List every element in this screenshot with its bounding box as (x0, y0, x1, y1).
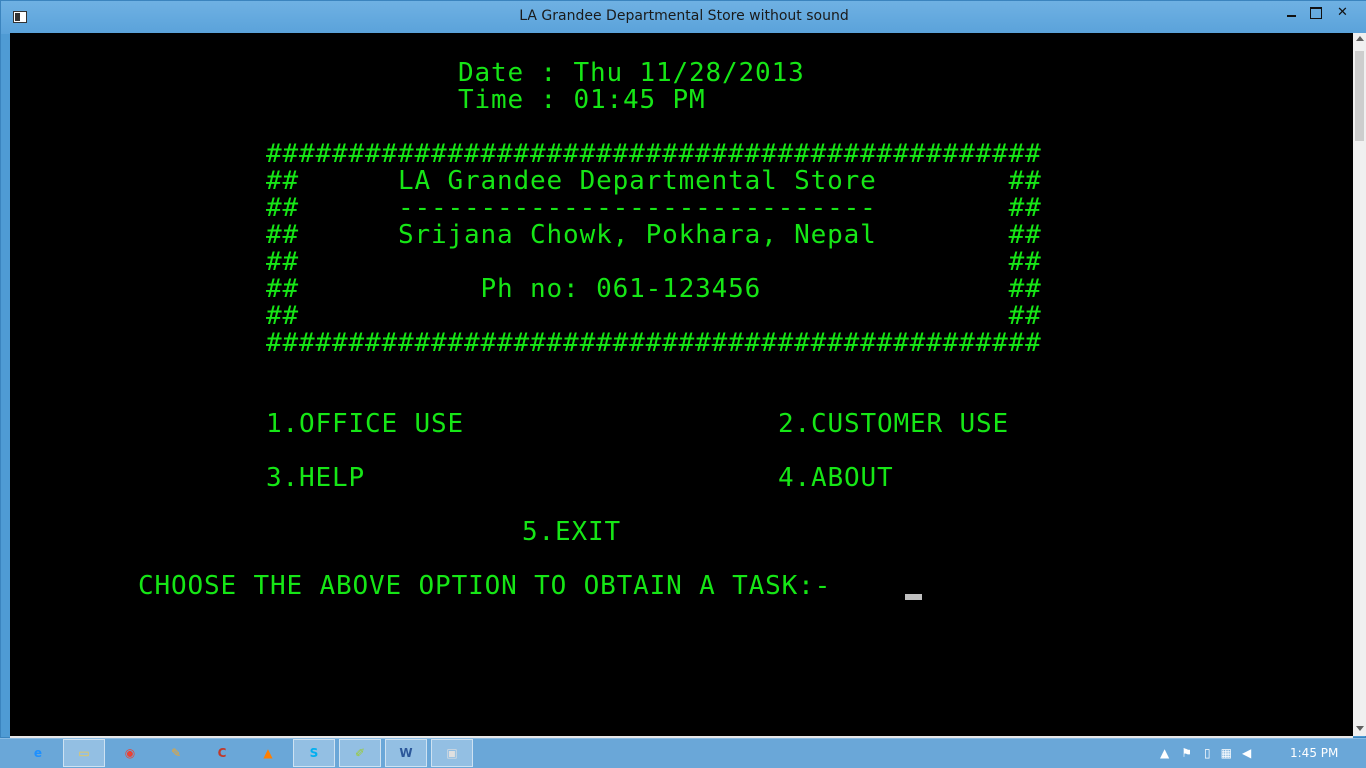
taskbar-button-word[interactable]: W (385, 739, 427, 767)
window-title: LA Grandee Departmental Store without so… (519, 8, 849, 24)
banner-address: ## Srijana Chowk, Pokhara, Nepal ## (266, 220, 1042, 250)
skype-icon: S (309, 746, 319, 760)
banner-divider: ## ----------------------------- ## (266, 193, 1042, 223)
close-button[interactable] (1323, 1, 1366, 25)
banner-store-name: ## LA Grandee Departmental Store ## (266, 166, 1042, 196)
taskbar-button-vlc[interactable]: ▲ (247, 739, 289, 767)
time-line: Time : 01:45 PM (458, 85, 706, 115)
taskbar-button-paint[interactable]: ✎ (155, 739, 197, 767)
paint-icon: ✎ (170, 746, 182, 760)
chrome-icon: ◉ (124, 746, 136, 760)
date-line: Date : Thu 11/28/2013 (458, 58, 805, 88)
title-bar[interactable]: LA Grandee Departmental Store without so… (1, 1, 1366, 34)
menu-exit: 5.EXIT (522, 517, 622, 547)
taskbar-button-skype[interactable]: S (293, 739, 335, 767)
taskbar-button-file-explorer[interactable]: ▭ (63, 739, 105, 767)
vertical-scrollbar[interactable] (1353, 33, 1366, 736)
console-output[interactable]: Date : Thu 11/28/2013 Time : 01:45 PM ##… (10, 33, 1353, 736)
banner-border-bottom: ########################################… (266, 328, 1042, 358)
vlc-icon: ▲ (263, 746, 273, 760)
scroll-thumb[interactable] (1355, 51, 1364, 141)
taskbar-button-console-window[interactable]: ▣ (431, 739, 473, 767)
menu-help: 3.HELP (266, 463, 366, 493)
volume-icon[interactable]: ◀ (1242, 746, 1251, 760)
banner-border-top: ########################################… (266, 139, 1042, 169)
taskbar-button-app-red[interactable]: C (201, 739, 243, 767)
internet-explorer-icon: e (33, 746, 43, 760)
banner-blank-2: ## ## (266, 301, 1042, 331)
show-hidden-icons-icon[interactable]: ▲ (1160, 746, 1169, 760)
system-tray: ▲ ⚑ ▯ ▦ ◀ (1160, 738, 1251, 768)
menu-about: 4.ABOUT (778, 463, 894, 493)
notepad-icon: ✐ (354, 746, 366, 760)
action-center-flag-icon[interactable]: ⚑ (1181, 746, 1192, 760)
text-cursor (905, 594, 922, 600)
banner-phone: ## Ph no: 061-123456 ## (266, 274, 1042, 304)
banner-blank-1: ## ## (266, 247, 1042, 277)
app-red-icon: C (217, 746, 227, 760)
word-icon: W (399, 746, 413, 760)
console-window-icon: ▣ (446, 746, 458, 760)
taskbar-button-notepad[interactable]: ✐ (339, 739, 381, 767)
taskbar-button-chrome[interactable]: ◉ (109, 739, 151, 767)
menu-customer-use: 2.CUSTOMER USE (778, 409, 1010, 439)
battery-icon[interactable]: ▯ (1204, 746, 1211, 760)
taskbar-clock[interactable]: 1:45 PM (1290, 746, 1338, 760)
taskbar-button-internet-explorer[interactable]: e (17, 739, 59, 767)
option-prompt: CHOOSE THE ABOVE OPTION TO OBTAIN A TASK… (138, 571, 832, 601)
scroll-down-icon[interactable] (1356, 726, 1364, 731)
file-explorer-icon: ▭ (78, 746, 90, 760)
network-icon[interactable]: ▦ (1221, 746, 1232, 760)
menu-office-use: 1.OFFICE USE (266, 409, 465, 439)
scroll-up-icon[interactable] (1356, 36, 1364, 41)
